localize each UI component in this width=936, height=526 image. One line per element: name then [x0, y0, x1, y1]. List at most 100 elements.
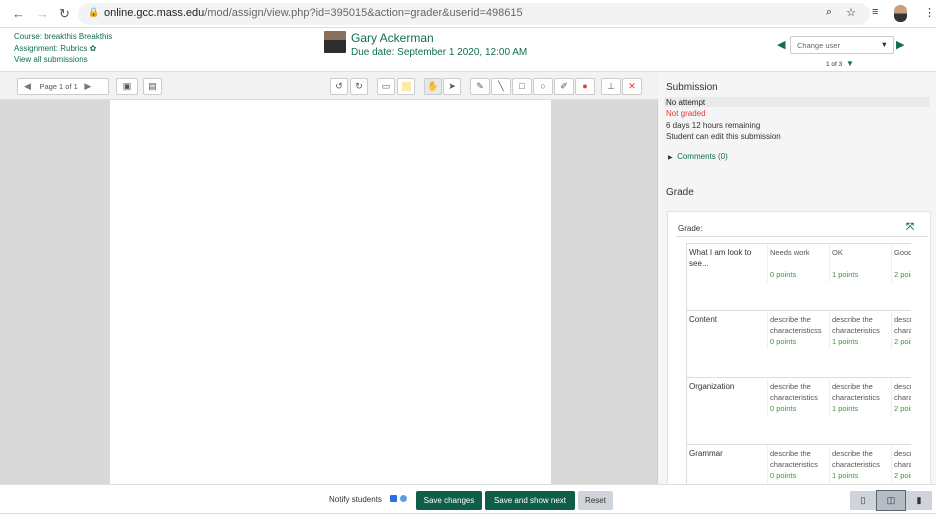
zoom-icon[interactable]: ⌕ — [826, 6, 832, 19]
comments-label: Comments (0) — [677, 152, 728, 161]
save-changes-button[interactable]: Save changes — [416, 491, 482, 510]
rubric-level[interactable]: describe the characteristics 1 points — [829, 446, 891, 483]
rubric-level[interactable]: Needs work 0 points — [767, 245, 829, 282]
submission-title: Submission — [666, 82, 718, 93]
previous-user-icon[interactable]: ◀ — [777, 38, 785, 51]
layout-collapse-review-icon[interactable]: ▯ — [850, 491, 876, 510]
rotate-left-icon[interactable]: ↺ — [330, 78, 348, 95]
fullscreen-icon[interactable]: ⤧ — [906, 222, 914, 233]
rubric-level-points: 2 points — [894, 337, 911, 346]
document-page[interactable] — [110, 100, 551, 484]
rubric-criterion: Content — [689, 315, 718, 324]
rubric-level[interactable]: describe the characteristics 0 points — [767, 379, 829, 416]
grading-status: Not graded — [666, 109, 706, 118]
search-comments-icon[interactable]: ▣ — [116, 78, 138, 95]
rubric-table: What I am look to see... Needs work 0 poin… — [686, 243, 911, 490]
previous-page-icon[interactable]: ◀ — [18, 81, 37, 91]
url-host: online.gcc.mass.edu — [104, 7, 205, 19]
pan-icon[interactable]: ✋ — [424, 78, 442, 95]
reload-icon[interactable]: ↻ — [59, 6, 70, 22]
expand-comments-icon[interactable]: ▤ — [143, 78, 162, 95]
rubric-level-description: OK — [832, 248, 843, 257]
notify-label: Notify students — [329, 495, 382, 504]
rubric-level-description: describe the characteristics — [894, 382, 911, 402]
rubric-level-description: describe the characteristicss — [770, 315, 822, 335]
rubric-level-points: 1 points — [832, 270, 859, 279]
grade-label: Grade: — [678, 224, 703, 233]
rectangle-icon[interactable]: □ — [512, 78, 532, 95]
page-select[interactable]: Page 1 of 1 — [39, 82, 77, 91]
assignment-label: Assignment: Rubrics — [14, 44, 88, 53]
due-date: Due date: September 1 2020, 12:00 AM — [351, 47, 528, 58]
rubric-level-points: 0 points — [770, 337, 797, 346]
comments-toggle[interactable]: ▶ Comments (0) — [668, 152, 728, 161]
star-icon[interactable]: ☆ — [846, 6, 856, 19]
color-swatch-icon[interactable] — [397, 78, 415, 95]
rubric-level[interactable]: Good 2 points — [891, 245, 911, 282]
reset-button[interactable]: Reset — [578, 491, 613, 510]
delete-icon[interactable]: ✕ — [622, 78, 642, 95]
rubric-level-points: 0 points — [770, 471, 797, 480]
rubric-level[interactable]: OK 1 points — [829, 245, 891, 282]
back-icon[interactable]: ← — [12, 6, 25, 21]
url-path: /mod/assign/view.php?id=395015&action=gr… — [204, 7, 523, 19]
next-user-icon[interactable]: ▶ — [896, 38, 904, 51]
change-user-label: Change user — [797, 41, 840, 50]
color-drop-icon[interactable]: ● — [575, 78, 595, 95]
layout-collapse-grade-icon[interactable]: ▮ — [906, 491, 932, 510]
comment-icon[interactable]: ▭ — [377, 78, 395, 95]
gear-icon[interactable]: ✿ — [90, 44, 97, 53]
user-count: 1 of 3 — [826, 61, 843, 68]
line-icon[interactable]: ╲ — [491, 78, 511, 95]
grader-header: Course: breakthis Breakthis Assignment: … — [0, 28, 936, 72]
view-all-submissions-link[interactable]: View all submissions — [14, 55, 88, 64]
profile-avatar[interactable] — [894, 5, 907, 22]
grading-panel: Submission No attempt Not graded 6 days … — [658, 72, 936, 491]
rubric-level-description: describe the characteristics — [894, 315, 911, 335]
browser-bar: ← → ↻ 🔒 online.gcc.mass.edu/mod/assign/v… — [0, 0, 936, 28]
stamp-icon[interactable]: ⊥ — [601, 78, 621, 95]
bottom-strip — [0, 513, 936, 526]
course-link[interactable]: Course: breakthis Breakthis — [14, 32, 112, 41]
select-icon[interactable]: ➤ — [443, 78, 461, 95]
rubric-level[interactable]: describe the characteristics 0 points — [767, 446, 829, 483]
oval-icon[interactable]: ○ — [533, 78, 553, 95]
rubric-level-description: Needs work — [770, 248, 810, 257]
save-and-show-next-button[interactable]: Save and show next — [485, 491, 575, 510]
pen-icon[interactable]: ✎ — [470, 78, 490, 95]
rubric-level-description: describe the characteristics — [770, 449, 818, 469]
rubric-criterion: What I am look to see... — [689, 248, 752, 268]
rubric-level[interactable]: describe the characteristics 2 points — [891, 379, 911, 416]
rubric-level-description: describe the characteristics — [832, 315, 880, 335]
layout-default-icon[interactable]: ◫ — [876, 490, 906, 511]
filter-icon[interactable]: ▼ — [846, 59, 854, 68]
rubric-level[interactable]: describe the characteristics 1 points — [829, 379, 891, 416]
rubric-level-description: Good — [894, 248, 911, 257]
rubric-level-points: 1 points — [832, 404, 859, 413]
address-bar[interactable]: 🔒 online.gcc.mass.edu/mod/assign/view.ph… — [78, 3, 870, 25]
rubric-level[interactable]: describe the characteristics 1 points — [829, 312, 891, 349]
document-viewer — [0, 100, 658, 484]
menu-icon[interactable]: ⋮ — [924, 6, 935, 19]
time-remaining: 6 days 12 hours remaining — [666, 121, 761, 130]
next-page-icon[interactable]: ▶ — [80, 81, 95, 91]
rubric-level[interactable]: describe the characteristicss 0 points — [767, 312, 829, 349]
chevron-right-icon: ▶ — [668, 155, 673, 161]
rubric-level-description: describe the characteristics — [770, 382, 818, 402]
change-user-select[interactable]: Change user ▼ — [790, 36, 894, 54]
grade-title: Grade — [666, 187, 694, 198]
page-navigator: ◀ Page 1 of 1 ▶ — [17, 78, 109, 95]
help-icon[interactable] — [400, 495, 407, 502]
rubric-level[interactable]: describe the characteristics 2 points — [891, 446, 911, 483]
notify-checkbox[interactable] — [390, 495, 397, 502]
chevron-down-icon: ▼ — [880, 40, 888, 49]
rubric-level-description: describe the characteristics — [894, 449, 911, 469]
highlighter-icon[interactable]: ✐ — [554, 78, 574, 95]
rotate-right-icon[interactable]: ↻ — [350, 78, 368, 95]
forward-icon[interactable]: → — [36, 6, 49, 21]
user-name-link[interactable]: Gary Ackerman — [351, 31, 434, 45]
rubric-level-points: 2 points — [894, 270, 911, 279]
media-icon[interactable]: ≡ — [872, 6, 878, 18]
assignment-link[interactable]: Assignment: Rubrics ✿ — [14, 44, 96, 53]
rubric-level[interactable]: describe the characteristics 2 points — [891, 312, 911, 349]
